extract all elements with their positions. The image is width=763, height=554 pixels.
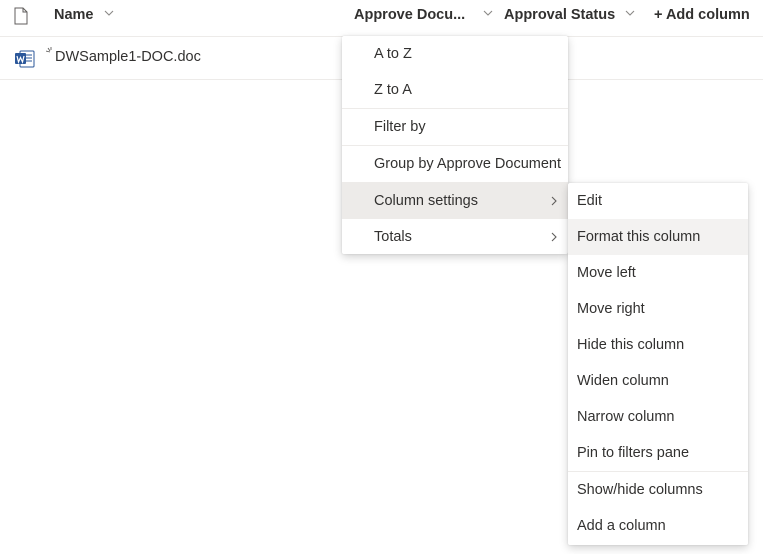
column-header-approve-document[interactable]: Approve Docu... xyxy=(354,0,493,36)
menu-item-label: Format this column xyxy=(577,229,701,245)
chevron-down-icon xyxy=(625,10,635,16)
document-type-icon[interactable] xyxy=(14,7,28,30)
menu-item-label: Totals xyxy=(374,229,412,245)
menu-item-show-hide-columns[interactable]: Show/hide columns xyxy=(568,472,748,508)
menu-item-widen-column[interactable]: Widen column xyxy=(568,363,748,399)
chevron-down-icon xyxy=(104,10,113,16)
add-column-label: + Add column xyxy=(654,7,750,23)
file-name-link[interactable]: DWSample1-DOC.doc xyxy=(55,49,201,65)
menu-item-label: Show/hide columns xyxy=(577,482,703,498)
menu-item-label: Group by Approve Document xyxy=(374,156,561,172)
add-column-button[interactable]: + Add column xyxy=(654,0,750,36)
column-header-name-label: Name xyxy=(54,7,94,23)
column-header-approval-status[interactable]: Approval Status xyxy=(504,0,635,36)
column-header-approve-label: Approve Docu... xyxy=(354,7,466,23)
menu-item-label: Hide this column xyxy=(577,337,685,353)
menu-item-label: Add a column xyxy=(577,518,666,534)
chevron-down-icon xyxy=(483,10,493,16)
menu-item-sort-z-to-a[interactable]: Z to A xyxy=(342,72,568,108)
menu-item-hide-this-column[interactable]: Hide this column xyxy=(568,327,748,363)
chevron-right-icon xyxy=(551,196,557,206)
word-file-icon xyxy=(15,50,35,73)
menu-item-totals[interactable]: Totals xyxy=(342,219,568,255)
menu-item-label: Edit xyxy=(577,193,602,209)
menu-item-move-left[interactable]: Move left xyxy=(568,255,748,291)
menu-item-label: A to Z xyxy=(374,46,412,62)
column-header-menu: A to Z Z to A Filter by Group by Approve… xyxy=(342,36,568,254)
menu-item-label: Pin to filters pane xyxy=(577,445,690,461)
menu-item-sort-a-to-z[interactable]: A to Z xyxy=(342,36,568,72)
list-header: Name Approve Docu... Approval Status + A… xyxy=(0,0,763,37)
column-header-name[interactable]: Name xyxy=(54,0,114,36)
menu-item-narrow-column[interactable]: Narrow column xyxy=(568,399,748,435)
menu-item-label: Column settings xyxy=(374,193,478,209)
menu-item-column-settings[interactable]: Column settings xyxy=(342,183,568,219)
column-settings-submenu: Edit Format this column Move left Move r… xyxy=(568,183,748,545)
menu-item-pin-to-filters-pane[interactable]: Pin to filters pane xyxy=(568,435,748,471)
menu-item-label: Filter by xyxy=(374,119,426,135)
menu-item-filter-by[interactable]: Filter by xyxy=(342,109,568,145)
chevron-right-icon xyxy=(551,232,557,242)
menu-item-format-this-column[interactable]: Format this column xyxy=(568,219,748,255)
menu-item-label: Z to A xyxy=(374,82,412,98)
menu-item-label: Widen column xyxy=(577,373,669,389)
column-header-status-label: Approval Status xyxy=(504,7,616,23)
menu-item-label: Move right xyxy=(577,301,645,317)
menu-item-label: Narrow column xyxy=(577,409,675,425)
menu-item-edit[interactable]: Edit xyxy=(568,183,748,219)
menu-item-label: Move left xyxy=(577,265,636,281)
menu-item-add-a-column[interactable]: Add a column xyxy=(568,508,748,544)
menu-item-move-right[interactable]: Move right xyxy=(568,291,748,327)
menu-item-group-by[interactable]: Group by Approve Document xyxy=(342,146,568,182)
